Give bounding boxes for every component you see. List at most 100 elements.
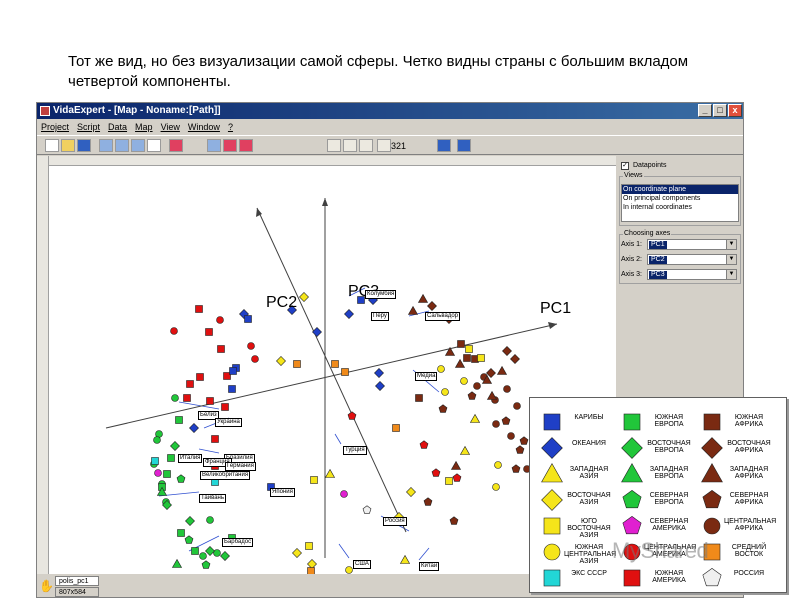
map-icon[interactable] bbox=[169, 139, 183, 152]
data-point[interactable] bbox=[186, 380, 194, 388]
data-point[interactable] bbox=[324, 468, 336, 478]
data-point[interactable] bbox=[463, 354, 471, 362]
datapoints-checkbox[interactable]: ✓ bbox=[621, 162, 629, 170]
data-point[interactable] bbox=[244, 315, 252, 323]
legend-swatch-icon[interactable] bbox=[623, 569, 641, 587]
legend-swatch-icon[interactable] bbox=[621, 462, 643, 483]
print-icon[interactable] bbox=[147, 139, 161, 152]
data-point[interactable] bbox=[444, 346, 456, 356]
data-point[interactable] bbox=[177, 529, 185, 537]
legend-swatch-icon[interactable] bbox=[543, 569, 561, 587]
data-point[interactable] bbox=[449, 516, 459, 525]
data-point[interactable] bbox=[170, 327, 178, 335]
menu-view[interactable]: View bbox=[161, 120, 180, 135]
data-point[interactable] bbox=[473, 382, 481, 390]
menu-data[interactable]: Data bbox=[108, 120, 127, 135]
country-label-uk[interactable]: Великобритания bbox=[200, 471, 251, 480]
data-point[interactable] bbox=[459, 445, 471, 455]
country-label-germany[interactable]: Германия bbox=[225, 462, 256, 471]
spreadsheet-icon[interactable] bbox=[207, 139, 221, 152]
data-point[interactable] bbox=[201, 560, 211, 569]
legend-swatch-icon[interactable] bbox=[622, 490, 642, 509]
data-point[interactable] bbox=[154, 469, 162, 477]
data-point[interactable] bbox=[276, 356, 286, 366]
data-point[interactable] bbox=[415, 394, 423, 402]
legend-swatch-icon[interactable] bbox=[702, 568, 722, 587]
data-point[interactable] bbox=[519, 436, 529, 445]
country-label-taiwan[interactable]: Тайвань bbox=[199, 494, 226, 503]
data-point[interactable] bbox=[452, 473, 462, 482]
data-point[interactable] bbox=[247, 342, 255, 350]
legend-swatch-icon[interactable] bbox=[541, 437, 563, 459]
data-point[interactable] bbox=[460, 377, 468, 385]
columns-icon[interactable] bbox=[131, 139, 145, 152]
data-point[interactable] bbox=[189, 423, 199, 433]
chevron-down-icon[interactable]: ▼ bbox=[726, 270, 736, 279]
hand-icon[interactable]: ✋ bbox=[39, 579, 54, 593]
data-point[interactable] bbox=[211, 435, 219, 443]
pin-icon[interactable] bbox=[239, 139, 253, 152]
play-arrow-icon[interactable] bbox=[457, 139, 471, 152]
data-point[interactable] bbox=[502, 346, 512, 356]
country-label-italy[interactable]: Италия bbox=[178, 454, 203, 463]
data-point[interactable] bbox=[438, 404, 448, 413]
up-arrow-icon[interactable] bbox=[437, 139, 451, 152]
country-label-usa[interactable]: США bbox=[353, 560, 371, 569]
data-point[interactable] bbox=[399, 554, 411, 564]
table-icon[interactable] bbox=[99, 139, 113, 152]
data-point[interactable] bbox=[307, 559, 317, 569]
menu-script[interactable]: Script bbox=[77, 120, 100, 135]
palette-icon[interactable] bbox=[223, 139, 237, 152]
menu-window[interactable]: Window bbox=[188, 120, 220, 135]
data-point[interactable] bbox=[511, 464, 521, 473]
data-point[interactable] bbox=[312, 327, 322, 337]
data-point[interactable] bbox=[151, 457, 159, 465]
data-point[interactable] bbox=[454, 358, 466, 368]
data-point[interactable] bbox=[450, 460, 462, 470]
view-option-internal-coordinates[interactable]: In internal coordinates bbox=[622, 203, 738, 212]
legend-swatch-icon[interactable] bbox=[701, 462, 723, 483]
data-point[interactable] bbox=[220, 551, 230, 561]
data-point[interactable] bbox=[229, 367, 237, 375]
data-point[interactable] bbox=[206, 516, 214, 524]
data-point[interactable] bbox=[467, 391, 477, 400]
data-point[interactable] bbox=[441, 388, 449, 396]
data-point[interactable] bbox=[347, 411, 357, 420]
data-point[interactable] bbox=[501, 416, 511, 425]
data-point[interactable] bbox=[469, 413, 481, 423]
data-point[interactable] bbox=[163, 470, 171, 478]
country-label-kolumbia[interactable]: Колумбия bbox=[365, 290, 397, 299]
window-titlebar[interactable]: VidaExpert - [Map - Noname:[Path]] _ □ x bbox=[37, 103, 743, 119]
chevron-down-icon[interactable]: ▼ bbox=[726, 240, 736, 249]
data-point[interactable] bbox=[175, 416, 183, 424]
data-point[interactable] bbox=[341, 368, 349, 376]
menu-map[interactable]: Map bbox=[135, 120, 153, 135]
data-point[interactable] bbox=[340, 490, 348, 498]
save-icon[interactable] bbox=[77, 139, 91, 152]
axis3-select[interactable]: PC3 ▼ bbox=[647, 269, 737, 280]
data-point[interactable] bbox=[392, 424, 400, 432]
open-folder-icon[interactable] bbox=[61, 139, 75, 152]
chevron-down-icon[interactable]: ▼ bbox=[726, 255, 736, 264]
data-point[interactable] bbox=[437, 365, 445, 373]
data-point[interactable] bbox=[221, 403, 229, 411]
new-file-icon[interactable] bbox=[45, 139, 59, 152]
axis2-select[interactable]: PC2 ▼ bbox=[647, 254, 737, 265]
grid-icon[interactable] bbox=[115, 139, 129, 152]
legend-swatch-icon[interactable] bbox=[543, 413, 561, 431]
data-point[interactable] bbox=[206, 397, 214, 405]
data-point[interactable] bbox=[362, 505, 372, 514]
country-label-ukraine[interactable]: Украина bbox=[215, 418, 242, 427]
data-point[interactable] bbox=[486, 390, 498, 400]
country-label-barbados[interactable]: Барбадос bbox=[222, 538, 254, 547]
data-point[interactable] bbox=[431, 468, 441, 477]
data-point[interactable] bbox=[191, 547, 199, 555]
data-point[interactable] bbox=[477, 354, 485, 362]
legend-swatch-icon[interactable] bbox=[543, 517, 561, 535]
data-point[interactable] bbox=[503, 385, 511, 393]
legend-swatch-icon[interactable] bbox=[541, 489, 563, 511]
country-label-media[interactable]: Медиа bbox=[415, 372, 438, 381]
data-point[interactable] bbox=[170, 441, 180, 451]
data-point[interactable] bbox=[196, 373, 204, 381]
view-option-principal-components[interactable]: On principal components bbox=[622, 194, 738, 203]
